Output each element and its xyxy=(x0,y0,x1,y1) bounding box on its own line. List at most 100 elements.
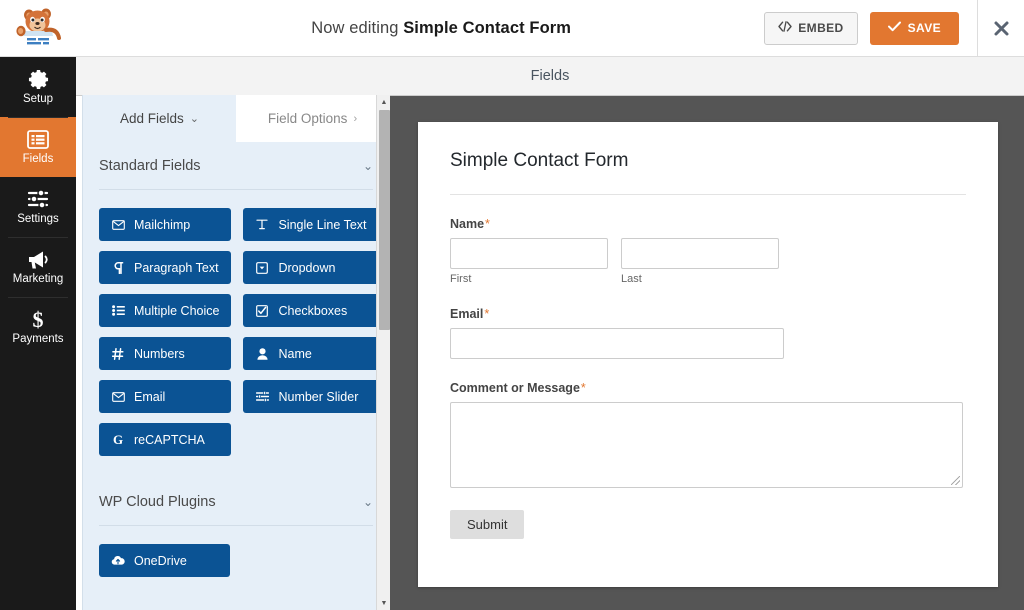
first-name-input[interactable] xyxy=(450,238,608,269)
scrollbar-thumb[interactable] xyxy=(379,110,390,330)
form-field-email[interactable]: Email* xyxy=(450,285,966,359)
form-preview-card: Simple Contact Form Name* First Last Ema… xyxy=(418,122,998,587)
field-label: Comment or Message* xyxy=(450,381,966,395)
field-label: Email* xyxy=(450,307,966,321)
embed-button[interactable]: EMBED xyxy=(764,11,858,45)
field-button-checkboxes[interactable]: Checkboxes xyxy=(243,294,379,327)
field-button-label: Checkboxes xyxy=(278,303,348,318)
field-button-numbers[interactable]: Numbers xyxy=(99,337,232,370)
save-button-label: SAVE xyxy=(907,21,941,35)
field-button-label: Dropdown xyxy=(278,260,336,275)
wp-cloud-plugins-grid: OneDrive xyxy=(99,526,373,577)
radio-list-icon xyxy=(111,305,125,316)
megaphone-icon xyxy=(26,248,50,270)
checkbox-checked-icon xyxy=(255,304,269,317)
section-header-wp-cloud-plugins[interactable]: WP Cloud Plugins ⌄ xyxy=(99,478,373,526)
tab-add-fields[interactable]: Add Fields ⌄ xyxy=(83,95,236,142)
envelope-icon xyxy=(111,391,125,402)
sidebar-item-label: Payments xyxy=(12,333,64,346)
field-button-dropdown[interactable]: Dropdown xyxy=(243,251,379,284)
required-indicator: * xyxy=(485,217,490,231)
sidebar-item-setup[interactable]: Setup xyxy=(0,57,76,117)
chevron-down-icon: ⌄ xyxy=(362,494,373,509)
field-label-text: Comment or Message xyxy=(450,381,580,395)
first-name-sublabel: First xyxy=(450,273,472,285)
field-button-single-line-text[interactable]: Single Line Text xyxy=(243,208,379,241)
wpforms-form-builder: Now editing Simple Contact Form EMBED SA… xyxy=(0,0,1024,610)
field-button-label: Paragraph Text xyxy=(134,260,219,275)
field-button-email[interactable]: Email xyxy=(99,380,232,413)
close-icon xyxy=(993,20,1010,37)
fields-header-label: Fields xyxy=(530,68,570,84)
gear-icon xyxy=(28,68,49,90)
scroll-up-arrow-icon[interactable]: ▲ xyxy=(377,95,391,109)
builder-sidebar-nav: Setup Fields Settings Marketing $ Paymen… xyxy=(0,57,76,610)
name-sublabels-row: First Last xyxy=(450,269,966,285)
form-field-name[interactable]: Name* First Last xyxy=(450,195,966,285)
dollar-icon: $ xyxy=(29,308,47,330)
chevron-right-icon: › xyxy=(353,112,358,125)
fields-header-bar: Fields xyxy=(76,57,1024,96)
chevron-down-icon: ⌄ xyxy=(362,158,373,173)
comment-textarea[interactable] xyxy=(450,402,963,488)
tab-field-options[interactable]: Field Options › xyxy=(236,95,389,142)
field-button-label: Mailchimp xyxy=(134,217,191,232)
sidebar-item-payments[interactable]: $ Payments xyxy=(0,297,76,357)
form-field-comment-or-message[interactable]: Comment or Message* xyxy=(450,359,966,488)
field-button-onedrive[interactable]: OneDrive xyxy=(99,544,230,577)
dropdown-caret-box-icon xyxy=(255,261,269,274)
sidebar-item-label: Settings xyxy=(17,213,59,226)
section-header-standard-fields[interactable]: Standard Fields ⌄ xyxy=(99,142,373,190)
section-title: Standard Fields xyxy=(99,157,201,174)
field-button-name[interactable]: Name xyxy=(243,337,379,370)
last-name-sublabel: Last xyxy=(621,273,642,285)
wpforms-bear-mascot-icon xyxy=(0,0,78,57)
slider-icon xyxy=(255,391,269,402)
field-label-text: Name xyxy=(450,217,485,231)
field-button-label: Numbers xyxy=(134,346,185,361)
top-bar: Now editing Simple Contact Form EMBED SA… xyxy=(0,0,1024,57)
field-button-label: Single Line Text xyxy=(278,217,367,232)
sidebar-item-label: Fields xyxy=(22,153,54,166)
sidebar-item-fields[interactable]: Fields xyxy=(0,117,76,177)
last-name-input[interactable] xyxy=(621,238,779,269)
field-button-label: Name xyxy=(278,346,312,361)
user-icon xyxy=(255,347,269,360)
panel-tab-bar: Add Fields ⌄ Field Options › xyxy=(83,95,389,142)
field-button-paragraph-text[interactable]: Paragraph Text xyxy=(99,251,232,284)
field-button-label: reCAPTCHA xyxy=(134,432,205,447)
sidebar-item-label: Marketing xyxy=(12,273,64,286)
checkmark-icon xyxy=(887,21,901,35)
panel-body: Standard Fields ⌄ Mailchimp Single Line … xyxy=(83,142,389,577)
tab-add-fields-label: Add Fields xyxy=(119,111,184,126)
google-g-icon: G xyxy=(112,432,124,447)
email-input[interactable] xyxy=(450,328,784,359)
section-title: WP Cloud Plugins xyxy=(99,493,216,510)
pilcrow-icon xyxy=(111,261,125,274)
sidebar-item-settings[interactable]: Settings xyxy=(0,177,76,237)
form-preview-title: Simple Contact Form xyxy=(450,150,966,195)
submit-button[interactable]: Submit xyxy=(450,510,525,539)
panel-scrollbar[interactable]: ▲ ▼ xyxy=(376,95,390,610)
form-name: Simple Contact Form xyxy=(403,18,572,37)
scroll-down-arrow-icon[interactable]: ▼ xyxy=(377,596,391,610)
required-indicator: * xyxy=(580,381,586,395)
svg-text:$: $ xyxy=(33,308,44,330)
required-indicator: * xyxy=(484,307,490,321)
field-button-multiple-choice[interactable]: Multiple Choice xyxy=(99,294,232,327)
field-button-mailchimp[interactable]: Mailchimp xyxy=(99,208,232,241)
hash-icon xyxy=(111,347,125,360)
close-builder-button[interactable] xyxy=(977,0,1024,57)
page-title: Now editing Simple Contact Form xyxy=(78,19,764,38)
field-button-label: OneDrive xyxy=(134,553,187,568)
sidebar-item-label: Setup xyxy=(22,93,54,106)
form-preview-area: Simple Contact Form Name* First Last Ema… xyxy=(390,96,1024,610)
field-button-recaptcha[interactable]: G reCAPTCHA xyxy=(99,423,232,456)
field-button-number-slider[interactable]: Number Slider xyxy=(243,380,379,413)
chevron-down-icon: ⌄ xyxy=(189,113,199,125)
sidebar-item-marketing[interactable]: Marketing xyxy=(0,237,76,297)
list-rows-icon xyxy=(27,128,49,150)
save-button[interactable]: SAVE xyxy=(869,11,959,45)
field-label-text: Email xyxy=(450,307,484,321)
code-embed-icon xyxy=(778,21,792,35)
